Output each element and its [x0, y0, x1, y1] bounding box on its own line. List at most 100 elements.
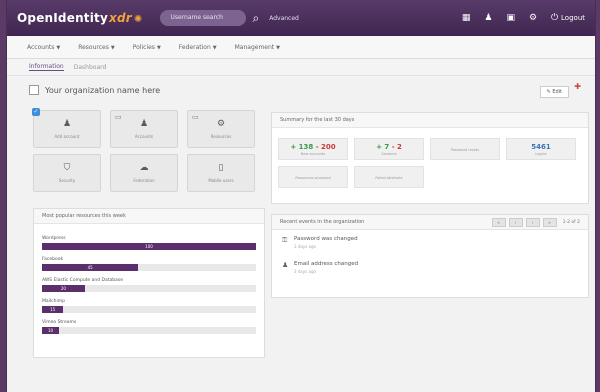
tile-resources[interactable]: ▭ ⚙ Resources — [187, 110, 255, 148]
resource-label: Vimeo Streams — [42, 320, 77, 325]
metric-minus: - 2 — [391, 142, 402, 151]
progress-fill: 10 — [42, 327, 60, 334]
menu-label: Accounts — [27, 43, 55, 51]
metric-value: 5461 — [531, 142, 551, 151]
list-item[interactable]: ⚿ Password was changed 3 days ago — [272, 230, 588, 255]
metric-plus: + 138 — [290, 142, 314, 151]
metric-failed-attempts[interactable]: Failed attempts — [354, 166, 424, 188]
top-actions: ▦ ♟ ▣ ⚙ ⏻ Logout — [462, 13, 585, 23]
search-icon[interactable]: ⌕ — [252, 11, 259, 26]
menu-item-accounts[interactable]: Accounts ▼ — [27, 44, 60, 51]
tile-mobile-users[interactable]: ▯ Mobile users — [187, 154, 255, 192]
settings-icon: ⚙ — [216, 119, 226, 129]
tile-label: Add account — [54, 134, 80, 139]
tile-label: Accounts — [134, 134, 154, 139]
edit-label: Edit — [552, 89, 562, 95]
list-item[interactable]: Mailchimp 15 — [42, 299, 256, 313]
quick-actions: ✓ ♟ Add account ▭ ♟ Accounts ▭ ⚙ Resourc… — [32, 108, 265, 192]
progress-track: 20 — [42, 285, 256, 292]
panel-title: Most popular resources this week — [34, 209, 264, 224]
users-icon: ♟ — [139, 119, 149, 129]
logout-icon: ⏻ — [551, 13, 559, 23]
grid-icon[interactable]: ▦ — [462, 13, 471, 23]
gear-icon[interactable]: ⚙ — [529, 13, 537, 23]
check-icon: ✓ — [32, 108, 40, 116]
summary-panel: Summary for the last 30 days + 138 - 200… — [271, 112, 589, 204]
last-page-button[interactable]: » — [542, 218, 557, 227]
metric-label: Failed attempts — [375, 175, 403, 180]
progress-fill: 45 — [42, 264, 139, 271]
pagination: « ‹ › » 1-2 of 2 — [491, 218, 580, 227]
chat-icon[interactable]: ▣ — [506, 13, 515, 23]
pencil-icon: ✎ — [546, 89, 551, 95]
metric-password-resets[interactable]: Password resets — [430, 138, 500, 160]
window-icon: ▭ — [192, 113, 199, 121]
menu-item-policies[interactable]: Policies ▼ — [133, 44, 161, 51]
progress-track: 45 — [42, 264, 256, 271]
tile-label: Security — [58, 178, 76, 183]
tile-accounts[interactable]: ▭ ♟ Accounts — [110, 110, 178, 148]
panel-title: Summary for the last 30 days — [272, 113, 588, 128]
tab-dashboard[interactable]: Dashboard — [74, 64, 107, 71]
resource-label: Facebook — [42, 257, 64, 262]
metric-label: Resources accessed — [295, 175, 331, 180]
page-count: 1-2 of 2 — [562, 220, 580, 225]
metric-new-accounts[interactable]: + 138 - 200 New accounts — [278, 138, 348, 160]
chevron-down-icon: ▼ — [212, 44, 217, 51]
user-icon[interactable]: ♟ — [484, 13, 492, 23]
recent-events-panel: Recent events in the organization « ‹ › … — [271, 214, 589, 298]
logo-burst-icon: ✺ — [133, 14, 143, 25]
progress-fill: 100 — [42, 243, 256, 250]
tile-label: Mobile users — [208, 178, 234, 183]
tile-federation[interactable]: ☁ Federation — [110, 154, 178, 192]
top-bar: OpenIdentityxdr ✺ Username search ⌕ Advan… — [7, 0, 595, 36]
logout-button[interactable]: ⏻ Logout — [551, 13, 585, 23]
event-title: Email address changed — [294, 261, 359, 267]
metric-label: Password resets — [450, 147, 480, 152]
tile-label: Federation — [133, 178, 155, 183]
list-item[interactable]: Facebook 45 — [42, 257, 256, 271]
logout-label: Logout — [561, 14, 585, 22]
list-item[interactable]: AWS Elastic Compute and Database 20 — [42, 278, 256, 292]
advanced-search-link[interactable]: Advanced — [269, 15, 299, 22]
next-page-button[interactable]: › — [525, 218, 540, 227]
card-icon: ▭ — [115, 113, 122, 121]
organization-header: Your organization name here ✎ Edit ✚ — [7, 76, 595, 104]
user-icon: ♟ — [62, 119, 72, 129]
tile-security[interactable]: ⛉ Security — [33, 154, 101, 192]
menu-label: Policies — [132, 43, 155, 51]
chevron-down-icon: ▼ — [110, 44, 115, 51]
edit-button[interactable]: ✎ Edit — [539, 86, 569, 98]
tab-information[interactable]: Information — [29, 63, 64, 71]
organization-checkbox[interactable] — [29, 85, 39, 95]
metric-label: New accounts — [300, 151, 326, 156]
metric-logins[interactable]: 5461 Logins — [506, 138, 576, 160]
metric-label: Logins — [535, 151, 547, 156]
shield-icon: ⛉ — [63, 163, 71, 173]
list-item[interactable]: Vimeo Streams 10 — [42, 320, 256, 334]
menu-item-resources[interactable]: Resources ▼ — [78, 44, 115, 51]
list-item[interactable]: ♟ Email address changed 3 days ago — [272, 255, 588, 280]
search-input[interactable]: Username search — [160, 10, 247, 26]
event-time: 3 days ago — [294, 244, 316, 249]
menu-item-management[interactable]: Management ▼ — [235, 44, 280, 51]
logo-text: OpenIdentity — [17, 11, 109, 25]
list-item[interactable]: Wordpress 100 — [42, 236, 256, 250]
event-time: 3 days ago — [294, 269, 316, 274]
popular-resources-list: Wordpress 100 Facebook 45 AWS Elastic Comput… — [34, 224, 264, 334]
first-page-button[interactable]: « — [491, 218, 506, 227]
event-title: Password was changed — [294, 236, 358, 242]
prev-page-button[interactable]: ‹ — [508, 218, 523, 227]
popular-resources-panel: Most popular resources this week Wordpre… — [33, 208, 265, 358]
cloud-icon: ☁ — [139, 163, 149, 173]
organization-name: Your organization name here — [45, 85, 161, 95]
metric-sessions[interactable]: + 7 - 2 Sessions — [354, 138, 424, 160]
chevron-down-icon: ▼ — [276, 44, 280, 51]
tabs: Information Dashboard — [7, 59, 595, 76]
metric-resources-accessed[interactable]: Resources accessed — [278, 166, 348, 188]
menu-item-federation[interactable]: Federation ▼ — [179, 44, 217, 51]
tile-add-account[interactable]: ♟ Add account — [33, 110, 101, 148]
logo[interactable]: OpenIdentityxdr ✺ — [17, 11, 142, 25]
pin-icon: ✚ — [574, 82, 581, 91]
resource-label: AWS Elastic Compute and Database — [42, 278, 124, 283]
